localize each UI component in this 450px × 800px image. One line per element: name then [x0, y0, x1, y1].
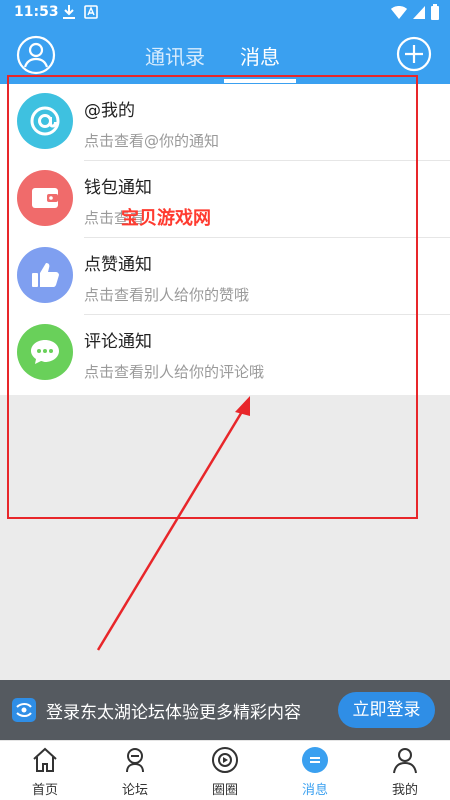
nav-item-forum[interactable]: 论坛: [90, 741, 180, 800]
login-banner: 登录东太湖论坛体验更多精彩内容 立即登录: [0, 680, 450, 740]
app-logo-icon: [12, 698, 36, 722]
nav-item-circle[interactable]: 圈圈: [180, 741, 270, 800]
nav-label: 论坛: [121, 783, 148, 798]
home-icon: [33, 747, 57, 772]
nav-item-messages[interactable]: 消息: [270, 741, 360, 800]
nav-label: 我的: [391, 783, 418, 798]
login-prompt-text: 登录东太湖论坛体验更多精彩内容: [46, 703, 301, 723]
bottom-nav: 首页 论坛 圈圈 消息 我的: [0, 740, 450, 800]
forum-icon: [126, 748, 144, 773]
login-button[interactable]: 立即登录: [338, 692, 435, 728]
nav-label: 圈圈: [211, 783, 238, 798]
circle-icon: [212, 747, 238, 773]
nav-label: 消息: [301, 783, 328, 798]
message-icon: [302, 747, 328, 773]
nav-label: 首页: [31, 783, 58, 798]
profile-icon: [393, 748, 417, 774]
nav-item-profile[interactable]: 我的: [360, 741, 450, 800]
nav-item-home[interactable]: 首页: [0, 741, 90, 800]
